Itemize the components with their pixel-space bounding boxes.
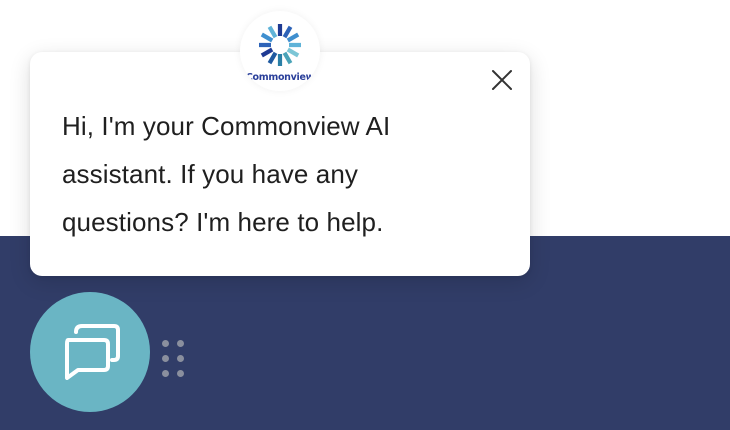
drag-dot: [162, 340, 169, 347]
logo-ray: [267, 25, 278, 39]
drag-dot: [162, 355, 169, 362]
logo-ray: [260, 47, 274, 58]
chat-bubbles-icon: [65, 324, 120, 380]
close-button[interactable]: [490, 68, 514, 92]
logo-ray: [286, 32, 300, 43]
close-icon: [492, 70, 512, 90]
logo-ray: [260, 32, 274, 43]
drag-dot: [177, 340, 184, 347]
drag-dot: [177, 370, 184, 377]
drag-dot: [162, 370, 169, 377]
drag-dot: [177, 355, 184, 362]
logo-ray: [267, 51, 278, 65]
logo-ray: [282, 25, 293, 39]
chat-launcher-button[interactable]: [30, 292, 150, 412]
avatar-brand-text: Commonview: [245, 72, 315, 83]
logo-ray: [286, 47, 300, 58]
greeting-message: Hi, I'm your Commonview AI assistant. If…: [62, 111, 391, 237]
assistant-avatar: Commonview: [240, 11, 320, 91]
drag-handle[interactable]: [160, 338, 188, 382]
logo-ray: [282, 51, 293, 65]
commonview-logo-icon: [259, 24, 301, 66]
